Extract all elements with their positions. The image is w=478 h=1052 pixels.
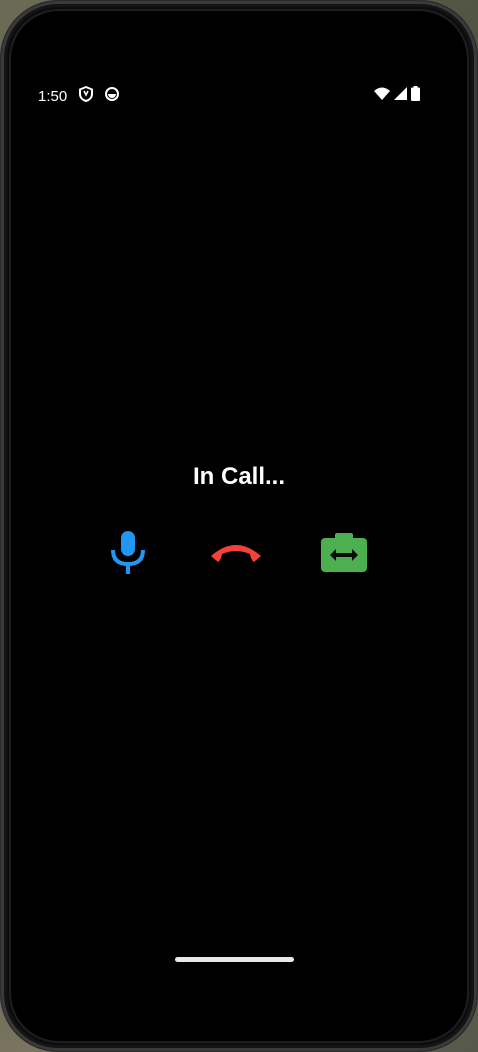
status-right: [374, 86, 420, 106]
status-left: 1:50: [38, 85, 120, 107]
phone-frame: [0, 0, 478, 1052]
shield-icon: [79, 85, 94, 107]
cell-signal-icon: [394, 87, 407, 105]
screen: [9, 9, 469, 1043]
microphone-icon: [108, 528, 148, 581]
end-call-button[interactable]: [208, 528, 264, 580]
battery-icon: [411, 86, 420, 106]
end-call-icon: [208, 540, 264, 569]
status-bar: 1:50: [38, 85, 420, 107]
mute-button[interactable]: [100, 528, 156, 580]
call-status-title: In Call...: [192, 463, 285, 490]
switch-camera-button[interactable]: [316, 528, 372, 580]
wifi-icon: [374, 87, 390, 105]
home-indicator[interactable]: [175, 957, 294, 962]
switch-camera-icon: [320, 531, 368, 578]
notification-badge-icon: [105, 86, 120, 106]
call-controls: [100, 528, 376, 580]
status-time: 1:50: [38, 87, 68, 105]
